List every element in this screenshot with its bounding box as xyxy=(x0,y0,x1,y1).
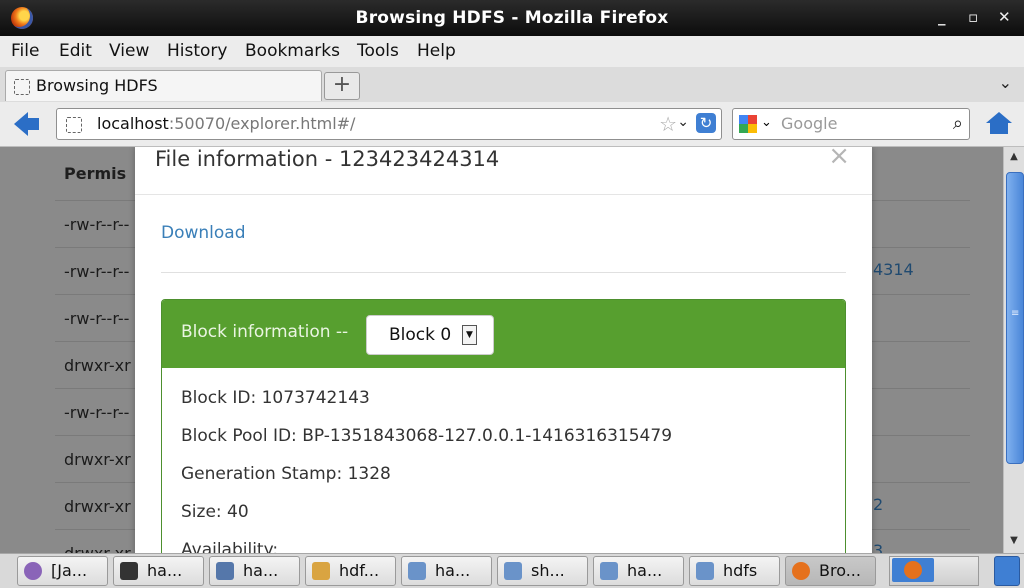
file-information-modal: File information - 123423424314 × Downlo… xyxy=(135,147,872,553)
folder-icon xyxy=(504,562,522,580)
maximize-button[interactable]: ▫ xyxy=(968,8,978,26)
window-title: Browsing HDFS - Mozilla Firefox xyxy=(355,8,669,28)
download-link[interactable]: Download xyxy=(161,223,246,243)
site-identity-icon[interactable] xyxy=(66,117,82,133)
url-host: localhost xyxy=(97,114,169,133)
url-bar[interactable]: localhost:50070/explorer.html#/ ☆ ⌄ ↻ xyxy=(56,108,722,140)
binoculars-search-icon[interactable]: ⌕ xyxy=(953,113,963,134)
url-text[interactable]: localhost:50070/explorer.html#/ xyxy=(97,114,355,133)
menu-history[interactable]: History xyxy=(167,41,227,61)
menu-edit[interactable]: Edit xyxy=(59,41,92,61)
panel-body: Block ID: 1073742143 Block Pool ID: BP-1… xyxy=(162,368,845,553)
reload-icon[interactable]: ↻ xyxy=(696,113,716,133)
block-select[interactable]: Block 0 ▼ xyxy=(366,315,494,355)
block-pool-id: Block Pool ID: BP-1351843068-127.0.0.1-1… xyxy=(181,426,673,446)
page-content: Permis -rw-r--r-- -rw-r--r-- -rw-r--r-- … xyxy=(0,147,1003,553)
background-file-link: 2 xyxy=(873,495,884,514)
menu-bar: File Edit View History Bookmarks Tools H… xyxy=(0,36,1024,67)
block-id: Block ID: 1073742143 xyxy=(181,388,370,408)
window-titlebar: Browsing HDFS - Mozilla Firefox _ ▫ ✕ xyxy=(0,0,1024,36)
tab-bar: Browsing HDFS + ⌄ xyxy=(0,67,1024,103)
scroll-down-icon[interactable]: ▼ xyxy=(1007,535,1021,549)
page-favicon-icon xyxy=(14,79,30,95)
taskbar-item-active[interactable]: Bro... xyxy=(785,556,876,586)
search-bar[interactable]: ⌄ Google ⌕ xyxy=(732,108,970,140)
search-engine-dropdown-icon[interactable]: ⌄ xyxy=(761,115,772,130)
text-editor-icon xyxy=(312,562,330,580)
taskbar-item[interactable]: sh... xyxy=(497,556,588,586)
menu-tools[interactable]: Tools xyxy=(357,41,399,61)
taskbar-item[interactable]: ha... xyxy=(209,556,300,586)
modal-close-button[interactable]: × xyxy=(828,147,850,171)
home-icon[interactable] xyxy=(986,112,1012,134)
new-tab-button[interactable]: + xyxy=(324,72,360,100)
panel-heading: Block information -- Block 0 ▼ xyxy=(162,300,845,368)
modal-title: File information - 123423424314 xyxy=(155,147,500,171)
background-file-link: 3 xyxy=(873,541,884,553)
block-select-value: Block 0 xyxy=(389,325,452,345)
divider xyxy=(135,194,872,195)
taskbar-item[interactable]: [Ja... xyxy=(17,556,108,586)
workspace-1[interactable] xyxy=(892,558,934,582)
tab-title: Browsing HDFS xyxy=(36,76,158,95)
vertical-scrollbar[interactable]: ▲ ≡ ▼ xyxy=(1003,147,1024,553)
google-engine-icon[interactable] xyxy=(739,115,757,133)
eclipse-icon xyxy=(24,562,42,580)
navigation-bar: localhost:50070/explorer.html#/ ☆ ⌄ ↻ ⌄ … xyxy=(0,102,1024,147)
taskbar-item[interactable]: hdf... xyxy=(305,556,396,586)
terminal-icon xyxy=(120,562,138,580)
block-size: Size: 40 xyxy=(181,502,249,522)
search-input[interactable]: Google xyxy=(781,114,837,133)
select-arrow-icon[interactable]: ▼ xyxy=(462,325,477,345)
folder-icon xyxy=(696,562,714,580)
background-file-link: 4314 xyxy=(873,260,914,279)
scrollbar-thumb[interactable]: ≡ xyxy=(1006,172,1024,464)
block-information-label: Block information -- xyxy=(181,322,349,342)
firefox-icon xyxy=(904,561,922,579)
workspace-switcher[interactable] xyxy=(889,556,979,586)
close-window-button[interactable]: ✕ xyxy=(998,8,1011,26)
url-path: :50070/explorer.html#/ xyxy=(168,114,356,133)
folder-icon xyxy=(600,562,618,580)
availability: Availability: xyxy=(181,540,279,553)
url-history-dropdown-icon[interactable]: ⌄ xyxy=(677,114,689,130)
firefox-icon xyxy=(792,562,810,580)
table-header-permission: Permis xyxy=(64,164,127,183)
menu-help[interactable]: Help xyxy=(417,41,456,61)
menu-bookmarks[interactable]: Bookmarks xyxy=(245,41,340,61)
taskbar-item[interactable]: ha... xyxy=(593,556,684,586)
grip-icon: ≡ xyxy=(1011,308,1020,319)
block-information-panel: Block information -- Block 0 ▼ Block ID:… xyxy=(161,299,846,553)
tab-browsing-hdfs[interactable]: Browsing HDFS xyxy=(5,70,322,101)
menu-file[interactable]: File xyxy=(11,41,39,61)
taskbar-item[interactable]: ha... xyxy=(113,556,204,586)
tab-list-chevron-icon[interactable]: ⌄ xyxy=(999,73,1012,92)
back-arrow-icon[interactable] xyxy=(14,112,39,136)
folder-icon xyxy=(408,562,426,580)
show-desktop-button[interactable] xyxy=(994,556,1020,586)
divider xyxy=(161,272,846,273)
taskbar-item[interactable]: hdfs xyxy=(689,556,780,586)
menu-view[interactable]: View xyxy=(109,41,149,61)
taskbar: [Ja... ha... ha... hdf... ha... sh... ha… xyxy=(0,553,1024,588)
network-icon xyxy=(216,562,234,580)
minimize-button[interactable]: _ xyxy=(938,8,946,26)
bookmark-star-icon[interactable]: ☆ xyxy=(659,112,677,136)
generation-stamp: Generation Stamp: 1328 xyxy=(181,464,391,484)
scroll-up-icon[interactable]: ▲ xyxy=(1007,151,1021,165)
taskbar-item[interactable]: ha... xyxy=(401,556,492,586)
